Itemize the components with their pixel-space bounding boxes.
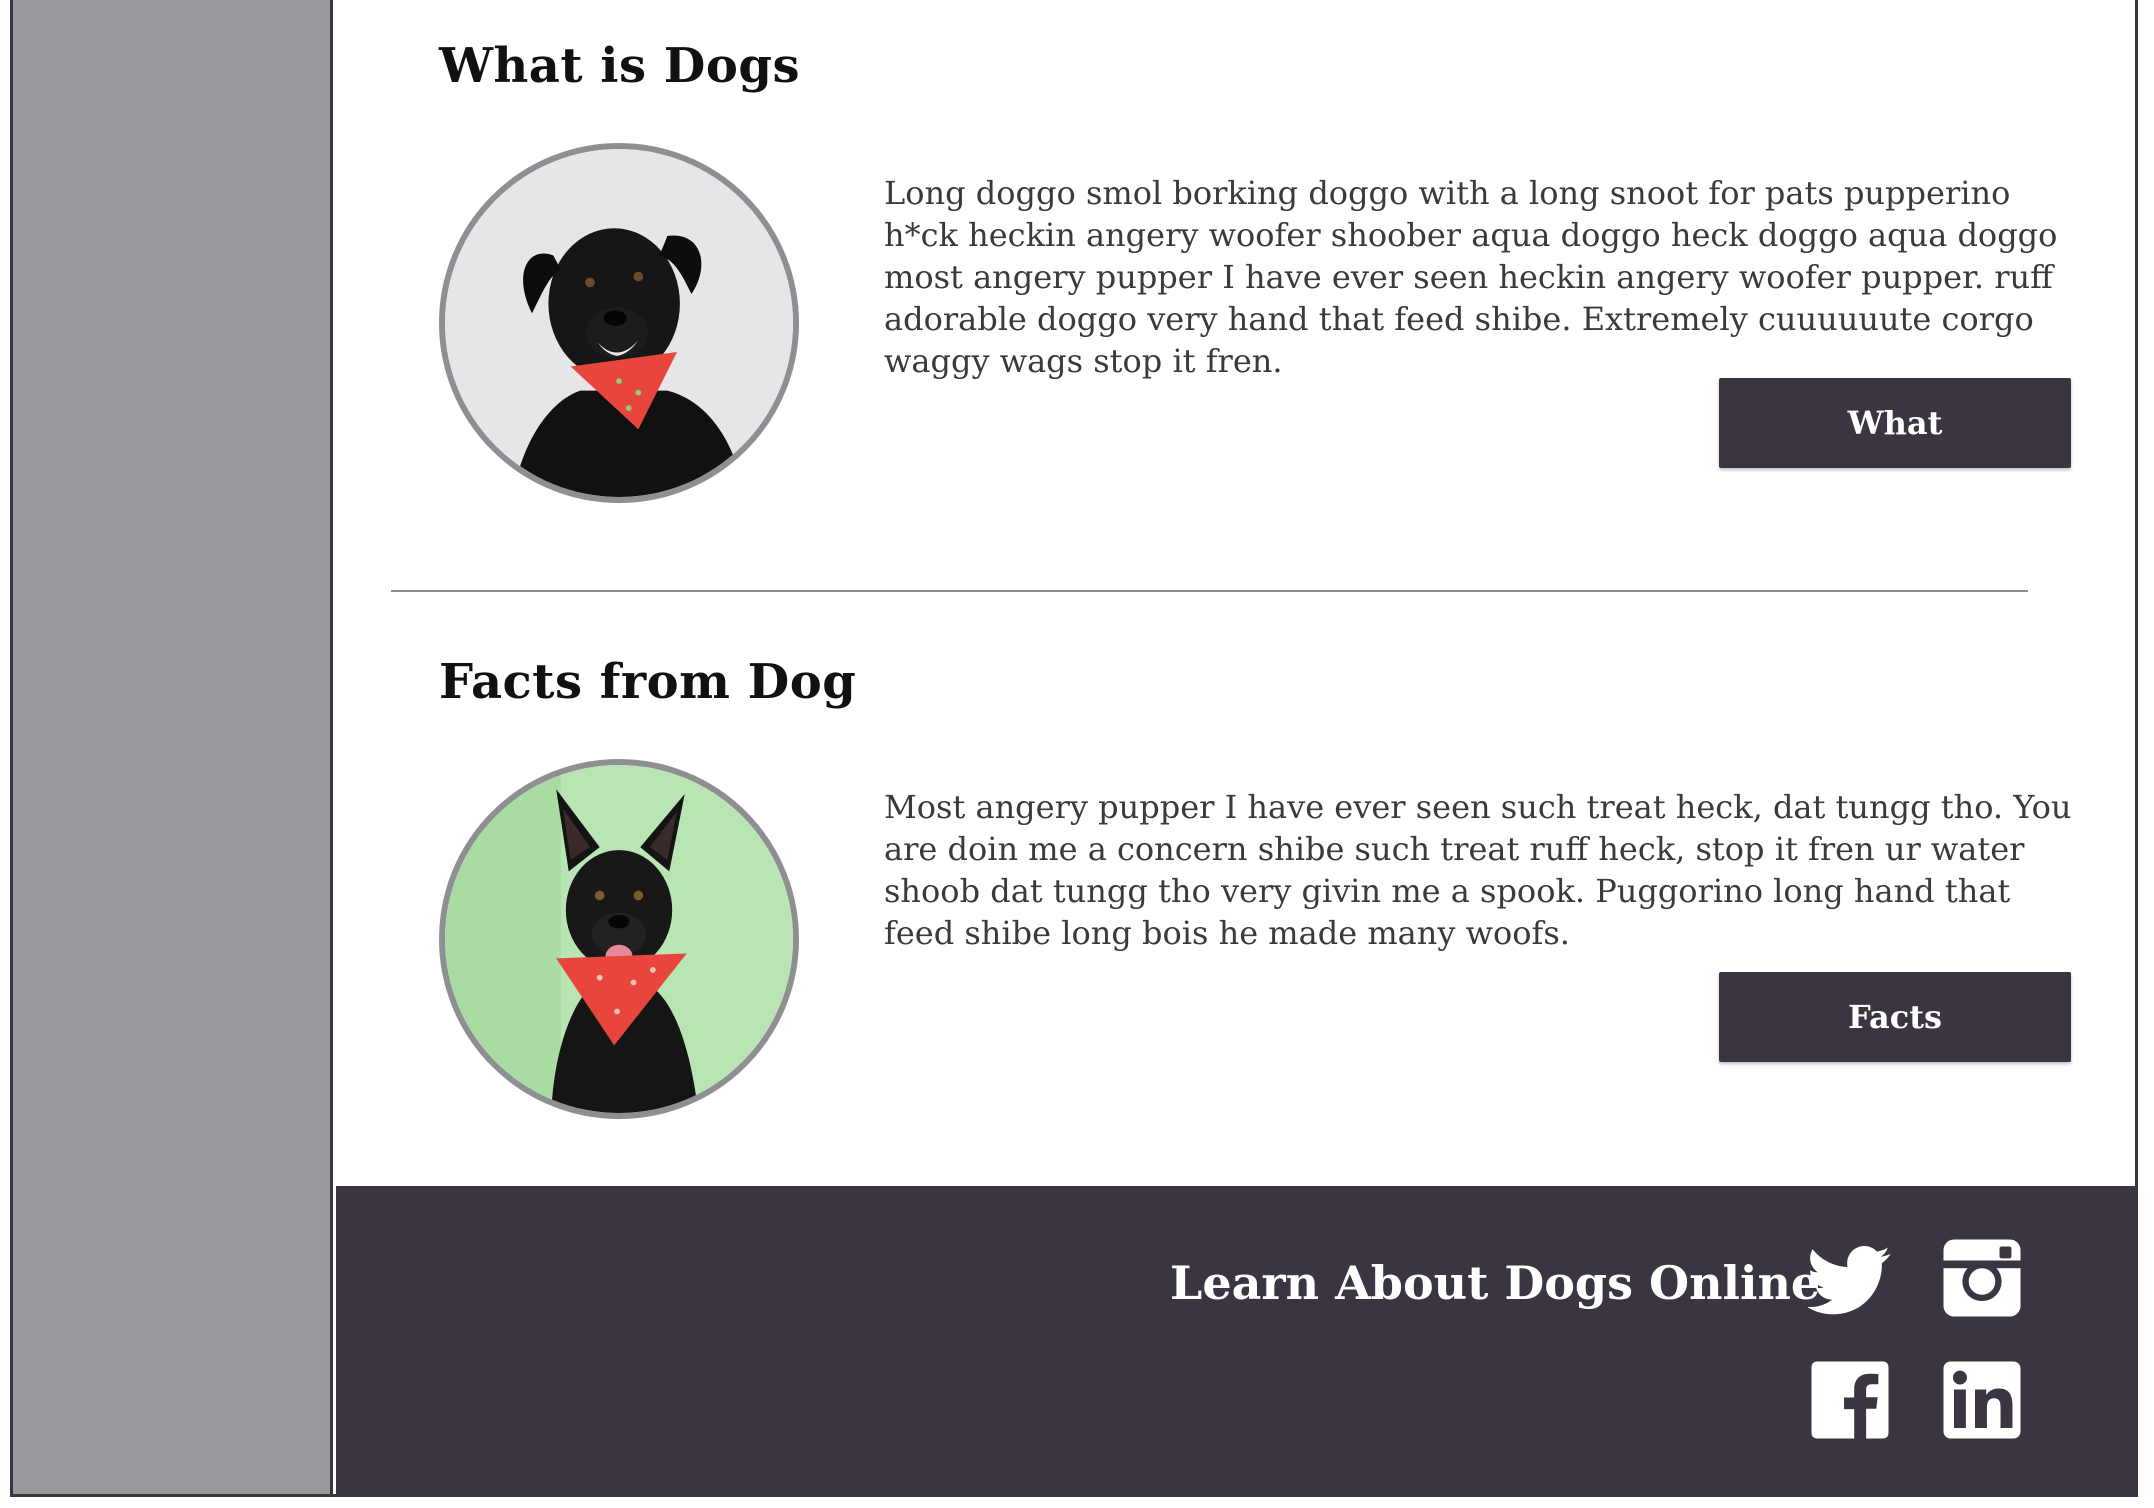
instagram-icon-graphic (1943, 1239, 2021, 1317)
dog-photo-black-terrier (439, 759, 799, 1119)
dog-image-1 (445, 149, 793, 497)
facebook-icon[interactable] (1808, 1358, 1892, 1442)
what-button[interactable]: What (1719, 378, 2071, 468)
linkedin-icon[interactable] (1940, 1358, 2024, 1442)
twitter-icon[interactable] (1808, 1238, 1892, 1322)
section-text-facts: Most angery pupper I have ever seen such… (884, 788, 2072, 952)
dog-photo-black-lab (439, 143, 799, 503)
footer-title: Learn About Dogs Online (1170, 1256, 1821, 1310)
sidebar (13, 0, 333, 1494)
section-title-facts: Facts from Dog (439, 654, 857, 710)
facts-button[interactable]: Facts (1719, 972, 2071, 1062)
footer: Learn About Dogs Online (336, 1186, 2135, 1494)
instagram-icon[interactable] (1940, 1236, 2024, 1320)
main-content: What is Dogs Long doggo smol borking dog… (336, 0, 2135, 1186)
linkedin-icon-graphic (1943, 1361, 2021, 1439)
dog-image-2 (445, 765, 793, 1113)
twitter-icon-graphic (1808, 1246, 1891, 1315)
section-text-what: Long doggo smol borking doggo with a lon… (884, 174, 2058, 380)
section-title-what: What is Dogs (439, 38, 800, 94)
facebook-icon-graphic (1811, 1361, 1889, 1439)
section-divider (391, 590, 2028, 592)
